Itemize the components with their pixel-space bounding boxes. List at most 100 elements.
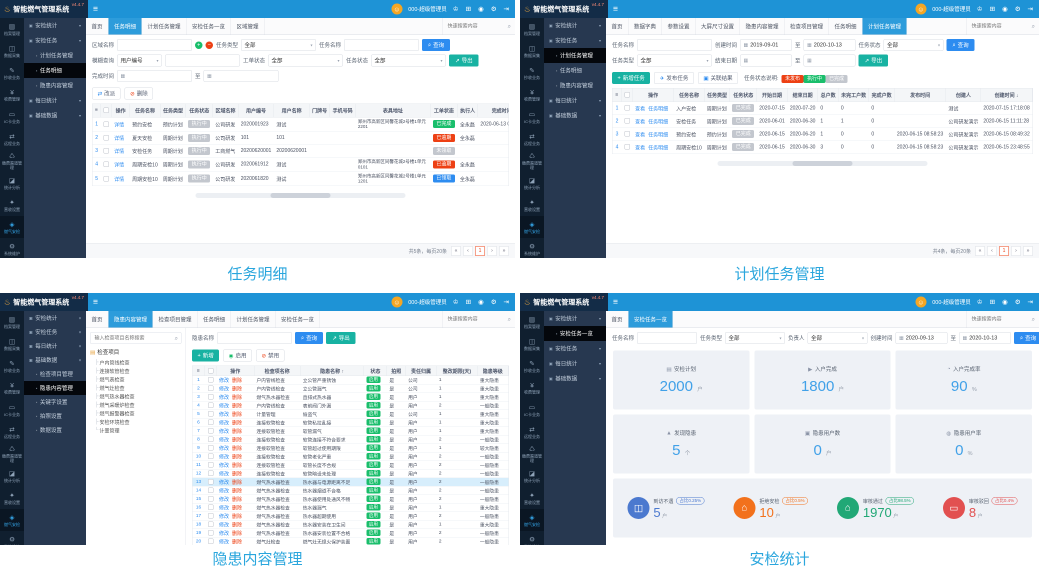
op-link[interactable]: 修改 xyxy=(219,531,229,537)
table-row[interactable]: 18 xyxy=(193,520,509,529)
sidebar-item[interactable]: 隐患内容管理 xyxy=(24,381,86,395)
sidebar-item[interactable]: 基础数据 xyxy=(24,108,86,123)
table-row[interactable]: 1 xyxy=(93,117,510,131)
table-row[interactable]: 20 xyxy=(193,537,509,545)
row-checkbox[interactable] xyxy=(208,428,214,434)
checkbox-icon[interactable] xyxy=(103,108,109,114)
rail-item[interactable]: ⇄ 远程业务 xyxy=(0,128,24,150)
row-checkbox[interactable] xyxy=(103,121,109,127)
filter-date-input[interactable]: ▦ xyxy=(740,55,792,67)
column-header[interactable]: 总户数 xyxy=(818,89,839,102)
rail-item[interactable]: ✦ 营收设置 xyxy=(520,194,544,216)
op-link[interactable]: 修改 xyxy=(219,463,229,469)
op-link[interactable]: 查看 xyxy=(635,132,645,138)
sidebar-item[interactable]: 检查项目管理 xyxy=(24,367,86,381)
tab[interactable]: 参数设置 xyxy=(662,18,696,35)
table-row[interactable]: 1 xyxy=(193,376,509,385)
column-header[interactable]: 用户名称 xyxy=(274,104,310,117)
tab[interactable]: 大屏尺寸设置 xyxy=(696,18,741,35)
tab[interactable]: 区域管理 xyxy=(231,18,265,35)
apps-grid-icon[interactable]: ⊞ xyxy=(466,298,471,306)
rail-item[interactable]: ¥ 收费管理 xyxy=(0,84,24,106)
op-link[interactable]: 删除 xyxy=(232,540,242,546)
horizontal-scrollbar[interactable] xyxy=(718,161,928,166)
column-header[interactable]: 区域名称 xyxy=(213,104,239,117)
enable-button[interactable]: ◉启用 xyxy=(223,350,252,362)
tab[interactable]: 安检任务一览 xyxy=(629,311,674,328)
rail-item[interactable]: ⚙ 系统维护 xyxy=(0,238,24,258)
table-row[interactable]: 4 xyxy=(93,157,510,171)
select-all-checkbox[interactable] xyxy=(205,366,217,376)
column-header[interactable]: 拍照 xyxy=(387,366,406,376)
add-region-icon[interactable]: + xyxy=(195,41,203,49)
column-header[interactable]: 操作 xyxy=(112,104,130,117)
tree-item[interactable]: 燃气表检查 xyxy=(95,375,182,384)
tab[interactable]: 任务明细 xyxy=(829,18,863,35)
sidebar-item[interactable]: 关键字设置 xyxy=(24,395,86,409)
table-row[interactable]: 8 xyxy=(193,435,509,444)
op-link[interactable]: 删除 xyxy=(232,480,242,486)
query-button[interactable]: ⌕查询 xyxy=(295,332,323,344)
disable-button[interactable]: ⊘禁用 xyxy=(256,350,285,362)
table-row[interactable]: 9 xyxy=(193,444,509,453)
help-icon[interactable]: ◉ xyxy=(478,5,484,13)
sidebar-item[interactable]: 任务明细 xyxy=(544,63,606,78)
collapse-menu-icon[interactable]: ≡ xyxy=(613,297,618,307)
rail-item[interactable]: ◪ 统计分析 xyxy=(520,172,544,194)
link-result-button[interactable]: ▣关联结果 xyxy=(698,72,738,84)
op-link[interactable]: 删除 xyxy=(232,378,242,384)
row-checkbox[interactable] xyxy=(208,453,214,459)
op-link[interactable]: 修改 xyxy=(219,472,229,478)
row-checkbox[interactable] xyxy=(624,144,630,150)
rail-item[interactable]: ▭ IC卡业务 xyxy=(520,106,544,128)
user-avatar[interactable]: ☺ xyxy=(915,4,926,15)
op-link[interactable]: 修改 xyxy=(219,429,229,435)
filter-select[interactable]: 全部▾ xyxy=(268,55,343,67)
sidebar-item[interactable]: 计划任务管理 xyxy=(544,48,606,63)
tab[interactable]: 隐患内容管理 xyxy=(740,18,785,35)
table-row[interactable]: 17 xyxy=(193,512,509,521)
sidebar-item[interactable]: 任务明细 xyxy=(24,63,86,78)
column-header[interactable]: 用户编号 xyxy=(238,104,274,117)
rail-item[interactable]: ✎ 抄收业务 xyxy=(520,62,544,84)
tree-item[interactable]: 燃气灶检查 xyxy=(95,384,182,393)
op-link[interactable]: 删除 xyxy=(232,404,242,410)
rail-item[interactable]: ⇄ 远程业务 xyxy=(0,421,24,443)
rail-item[interactable]: ◈ 燃气安检 xyxy=(0,216,24,238)
row-checkbox[interactable] xyxy=(208,530,214,536)
rail-item[interactable]: ♺ 缴费渠道管理 xyxy=(520,150,544,172)
op-link[interactable]: 删除 xyxy=(232,523,242,529)
logout-icon[interactable]: ⇥ xyxy=(1028,298,1033,306)
column-header[interactable]: 开始日期 xyxy=(757,89,788,102)
page-button[interactable]: » xyxy=(1023,246,1033,256)
table-row[interactable]: 4 xyxy=(613,141,1033,154)
table-row[interactable]: 2 xyxy=(93,131,510,144)
op-link[interactable]: 删除 xyxy=(232,472,242,478)
tree-search-input[interactable] xyxy=(94,335,175,342)
rail-item[interactable]: ◪ 统计分析 xyxy=(0,465,24,487)
op-link[interactable]: 详情 xyxy=(114,122,124,128)
page-button[interactable]: › xyxy=(1011,246,1021,256)
sidebar-item[interactable]: 隐患内容管理 xyxy=(544,78,606,93)
column-header[interactable]: 门牌号 xyxy=(309,104,330,117)
quick-search-input[interactable] xyxy=(971,23,1030,30)
op-link[interactable]: 删除 xyxy=(232,463,242,469)
help-icon[interactable]: ◉ xyxy=(478,298,484,306)
settings-icon[interactable]: ⚙ xyxy=(1015,5,1021,13)
op-link[interactable]: 修改 xyxy=(219,412,229,418)
table-row[interactable]: 7 xyxy=(193,427,509,436)
add-task-button[interactable]: +新增任务 xyxy=(612,72,650,84)
column-header[interactable]: 任务名称 xyxy=(674,89,705,102)
tab[interactable]: 首页 xyxy=(606,18,629,35)
column-header[interactable]: 完成时间 ↓ xyxy=(478,104,509,117)
apps-grid-icon[interactable]: ⊞ xyxy=(990,298,995,306)
page-button[interactable]: 1 xyxy=(475,246,485,256)
op-link[interactable]: 详情 xyxy=(114,163,124,169)
tab[interactable]: 任务明细 xyxy=(198,311,232,328)
username[interactable]: 000-超级管理员 xyxy=(408,5,447,13)
tab[interactable]: 计划任务管理 xyxy=(231,311,276,328)
op-link[interactable]: 删除 xyxy=(232,455,242,461)
tab[interactable]: 首页 xyxy=(606,311,629,328)
column-header[interactable]: 任务类型 xyxy=(160,104,186,117)
op-link[interactable]: 删除 xyxy=(232,531,242,537)
